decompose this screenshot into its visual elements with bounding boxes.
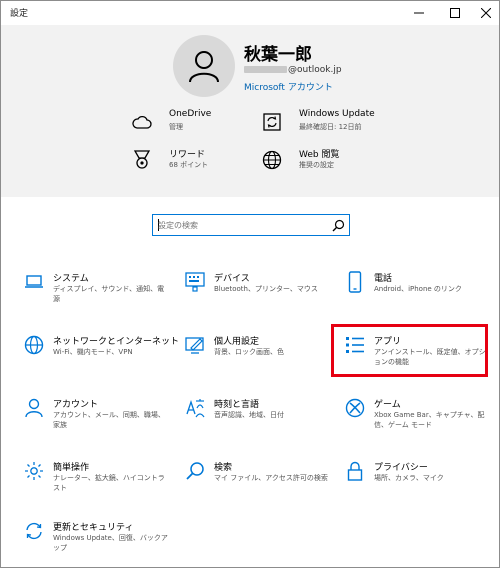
minimize-button[interactable]	[404, 1, 434, 25]
tile-description: 背景、ロック画面、色	[214, 348, 284, 356]
xbox-icon	[344, 397, 366, 419]
window-title: 設定	[10, 9, 29, 19]
settings-search-box[interactable]	[152, 214, 350, 236]
tile-description: ディスプレイ、サウンド、通知、電源	[53, 285, 165, 303]
tile-label: 時刻と言語	[214, 400, 260, 410]
laptop-icon	[23, 271, 45, 293]
search-input[interactable]	[158, 218, 323, 232]
tile-devices[interactable]: デバイス Bluetooth、プリンター、マウス	[184, 271, 334, 315]
search-icon	[184, 460, 206, 482]
windows-update-sub: 最終確認日: 12日前	[299, 123, 362, 131]
tile-description: Android、iPhone のリンク	[374, 285, 462, 293]
time-language-icon	[184, 397, 206, 419]
title-bar[interactable]: 設定	[1, 1, 499, 25]
tile-privacy[interactable]: プライバシー 場所、カメラ、マイク	[344, 460, 494, 504]
tile-description: 音声認識、地域、日付	[214, 411, 284, 419]
tile-description: Wi-Fi、機内モード、VPN	[53, 348, 133, 356]
rewards-item[interactable]: リワード 68 ポイント	[131, 147, 271, 183]
settings-window: 設定 秋葉一郎 @outlook.jp Microsoft アカウント OneD…	[0, 0, 500, 568]
rewards-sub: 68 ポイント	[169, 161, 209, 169]
tile-phone[interactable]: 電話 Android、iPhone のリンク	[344, 271, 494, 315]
tile-label: 簡単操作	[53, 463, 90, 473]
search-icon[interactable]	[332, 219, 345, 232]
windows-update-label: Windows Update	[299, 109, 375, 119]
tile-label: プライバシー	[374, 463, 428, 473]
tile-description: Windows Update、回復、バックアップ	[53, 534, 168, 552]
user-email-suffix: @outlook.jp	[288, 65, 342, 75]
tile-label: 電話	[374, 274, 393, 284]
user-email: @outlook.jp	[244, 65, 342, 75]
tile-system[interactable]: システム ディスプレイ、サウンド、通知、電源	[23, 271, 173, 315]
tile-ease-of-access[interactable]: 簡単操作 ナレーター、拡大鏡、ハイコントラスト	[23, 460, 173, 504]
onedrive-item[interactable]: OneDrive 管理	[131, 109, 271, 145]
tile-description: アカウント、メール、同期、職場、家族	[53, 411, 165, 429]
tile-network[interactable]: ネットワークとインターネット Wi-Fi、機内モード、VPN	[23, 334, 179, 378]
tile-personalization[interactable]: 個人用設定 背景、ロック画面、色	[184, 334, 334, 378]
close-button[interactable]	[471, 1, 499, 25]
tile-label: ネットワークとインターネット	[53, 337, 180, 347]
sync-icon	[23, 520, 45, 542]
web-browsing-item[interactable]: Web 閲覧 推奨の設定	[261, 147, 401, 183]
phone-icon	[344, 271, 366, 293]
onedrive-sub: 管理	[169, 123, 183, 131]
tile-description: 場所、カメラ、マイク	[374, 474, 444, 482]
tile-label: デバイス	[214, 274, 250, 284]
maximize-icon	[450, 8, 460, 18]
tile-label: ゲーム	[374, 400, 401, 410]
tile-label: 個人用設定	[214, 337, 260, 347]
tile-label: アカウント	[53, 400, 99, 410]
update-icon	[261, 111, 283, 133]
tile-label: 更新とセキュリティ	[53, 523, 134, 533]
tile-accounts[interactable]: アカウント アカウント、メール、同期、職場、家族	[23, 397, 173, 441]
tile-description: Xbox Game Bar、キャプチャ、配信、ゲーム モード	[374, 411, 485, 429]
ease-of-access-icon	[23, 460, 45, 482]
avatar[interactable]	[173, 35, 235, 97]
lock-icon	[344, 460, 366, 482]
web-browsing-label: Web 閲覧	[299, 150, 340, 160]
keyboard-icon	[184, 271, 206, 293]
minimize-icon	[414, 12, 424, 14]
tile-gaming[interactable]: ゲーム Xbox Game Bar、キャプチャ、配信、ゲーム モード	[344, 397, 494, 441]
medal-icon	[131, 149, 153, 171]
onedrive-label: OneDrive	[169, 109, 212, 119]
tile-description: マイ ファイル、アクセス許可の検索	[214, 474, 328, 482]
maximize-button[interactable]	[440, 1, 470, 25]
personalize-icon	[184, 334, 206, 356]
account-header: 秋葉一郎 @outlook.jp Microsoft アカウント OneDriv…	[1, 25, 499, 197]
tile-search[interactable]: 検索 マイ ファイル、アクセス許可の検索	[184, 460, 334, 504]
apps-highlight-box	[331, 324, 488, 377]
microsoft-account-link[interactable]: Microsoft アカウント	[244, 80, 333, 93]
windows-update-item[interactable]: Windows Update 最終確認日: 12日前	[261, 109, 401, 145]
globe-icon	[261, 149, 283, 171]
cloud-icon	[131, 111, 153, 133]
tile-description: Bluetooth、プリンター、マウス	[214, 285, 318, 293]
tile-time-language[interactable]: 時刻と言語 音声認識、地域、日付	[184, 397, 334, 441]
user-name: 秋葉一郎	[244, 45, 312, 65]
tile-update-security[interactable]: 更新とセキュリティ Windows Update、回復、バックアップ	[23, 520, 173, 564]
person-icon	[189, 51, 219, 83]
rewards-label: リワード	[169, 150, 206, 160]
email-redaction	[244, 66, 287, 73]
tile-label: システム	[53, 274, 89, 284]
web-browsing-sub: 推奨の設定	[299, 161, 334, 169]
close-icon	[481, 8, 491, 18]
tile-label: 検索	[214, 463, 233, 473]
person-icon	[23, 397, 45, 419]
tile-description: ナレーター、拡大鏡、ハイコントラスト	[53, 474, 165, 492]
globe-icon	[23, 334, 45, 356]
